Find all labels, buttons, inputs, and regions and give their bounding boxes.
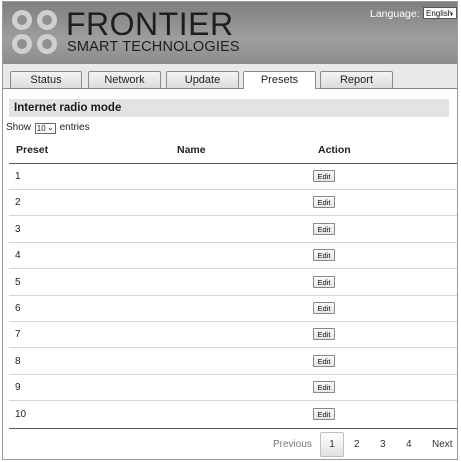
tab-status[interactable]: Status — [10, 71, 82, 88]
presets-page: FRONTIER SMART TECHNOLOGIES Language: En… — [2, 1, 458, 460]
preset-number: 3 — [15, 224, 21, 235]
table-row: 6 Edit — [9, 296, 457, 322]
edit-button[interactable]: Edit — [313, 276, 335, 288]
table-row: 9 Edit — [9, 375, 457, 401]
tab-network[interactable]: Network — [88, 71, 161, 88]
preset-number: 6 — [15, 303, 21, 314]
table-row: 3 Edit — [9, 217, 457, 243]
brand-title: FRONTIER — [66, 6, 234, 42]
page-button-4[interactable]: 4 — [406, 439, 412, 450]
edit-button[interactable]: Edit — [313, 328, 335, 340]
header-bar: FRONTIER SMART TECHNOLOGIES Language: En… — [3, 2, 457, 64]
column-header-name[interactable]: Name — [177, 144, 206, 156]
preset-number: 9 — [15, 382, 21, 393]
pagination: Previous 1 2 3 4 Next — [9, 432, 457, 458]
edit-button[interactable]: Edit — [313, 355, 335, 367]
preset-number: 7 — [15, 329, 21, 340]
page-button-2[interactable]: 2 — [354, 439, 360, 450]
table-row: 10 Edit — [9, 402, 457, 428]
next-page-button[interactable]: Next — [432, 439, 453, 450]
edit-button[interactable]: Edit — [313, 381, 335, 393]
column-header-action[interactable]: Action — [318, 144, 351, 156]
entries-value: 10 — [36, 124, 46, 133]
chevron-down-icon: ⌄ — [47, 123, 54, 132]
page-button-3[interactable]: 3 — [380, 439, 386, 450]
edit-button[interactable]: Edit — [313, 196, 335, 208]
language-label: Language: — [370, 8, 420, 20]
tab-bar: Status Network Update Presets Report — [3, 64, 457, 89]
tab-report[interactable]: Report — [320, 71, 393, 88]
edit-button[interactable]: Edit — [313, 170, 335, 182]
brand-subtitle: SMART TECHNOLOGIES — [67, 39, 240, 55]
previous-page-button[interactable]: Previous — [273, 439, 312, 450]
table-row: 8 Edit — [9, 349, 457, 375]
length-menu: Show 10 ⌄ entries — [6, 122, 90, 134]
table-bottom-border — [9, 428, 457, 429]
tab-update[interactable]: Update — [166, 71, 239, 88]
entries-label: entries — [59, 122, 90, 133]
table-row: 7 Edit — [9, 322, 457, 348]
table-row: 2 Edit — [9, 190, 457, 216]
preset-number: 5 — [15, 277, 21, 288]
column-header-preset[interactable]: Preset — [16, 144, 48, 156]
frontier-logo-icon — [12, 10, 57, 54]
preset-number: 2 — [15, 197, 21, 208]
edit-button[interactable]: Edit — [313, 223, 335, 235]
main-content: Internet radio mode Show 10 ⌄ entries Pr… — [6, 92, 457, 459]
tab-presets[interactable]: Presets — [243, 71, 316, 89]
chevron-down-icon: ⌄ — [448, 8, 455, 17]
page-button-1[interactable]: 1 — [320, 432, 344, 457]
preset-number: 4 — [15, 250, 21, 261]
edit-button[interactable]: Edit — [313, 408, 335, 420]
preset-number: 1 — [15, 171, 21, 182]
table-row: 1 Edit — [9, 164, 457, 190]
edit-button[interactable]: Edit — [313, 302, 335, 314]
show-label: Show — [6, 122, 32, 133]
table-row: 5 Edit — [9, 270, 457, 296]
language-select[interactable]: English ⌄ — [423, 7, 457, 19]
preset-number: 10 — [15, 409, 27, 420]
entries-select[interactable]: 10 ⌄ — [34, 123, 56, 134]
table-header: Preset Name Action — [9, 140, 457, 164]
edit-button[interactable]: Edit — [313, 249, 335, 261]
table-row: 4 Edit — [9, 243, 457, 269]
section-title: Internet radio mode — [9, 99, 449, 117]
preset-number: 8 — [15, 356, 21, 367]
